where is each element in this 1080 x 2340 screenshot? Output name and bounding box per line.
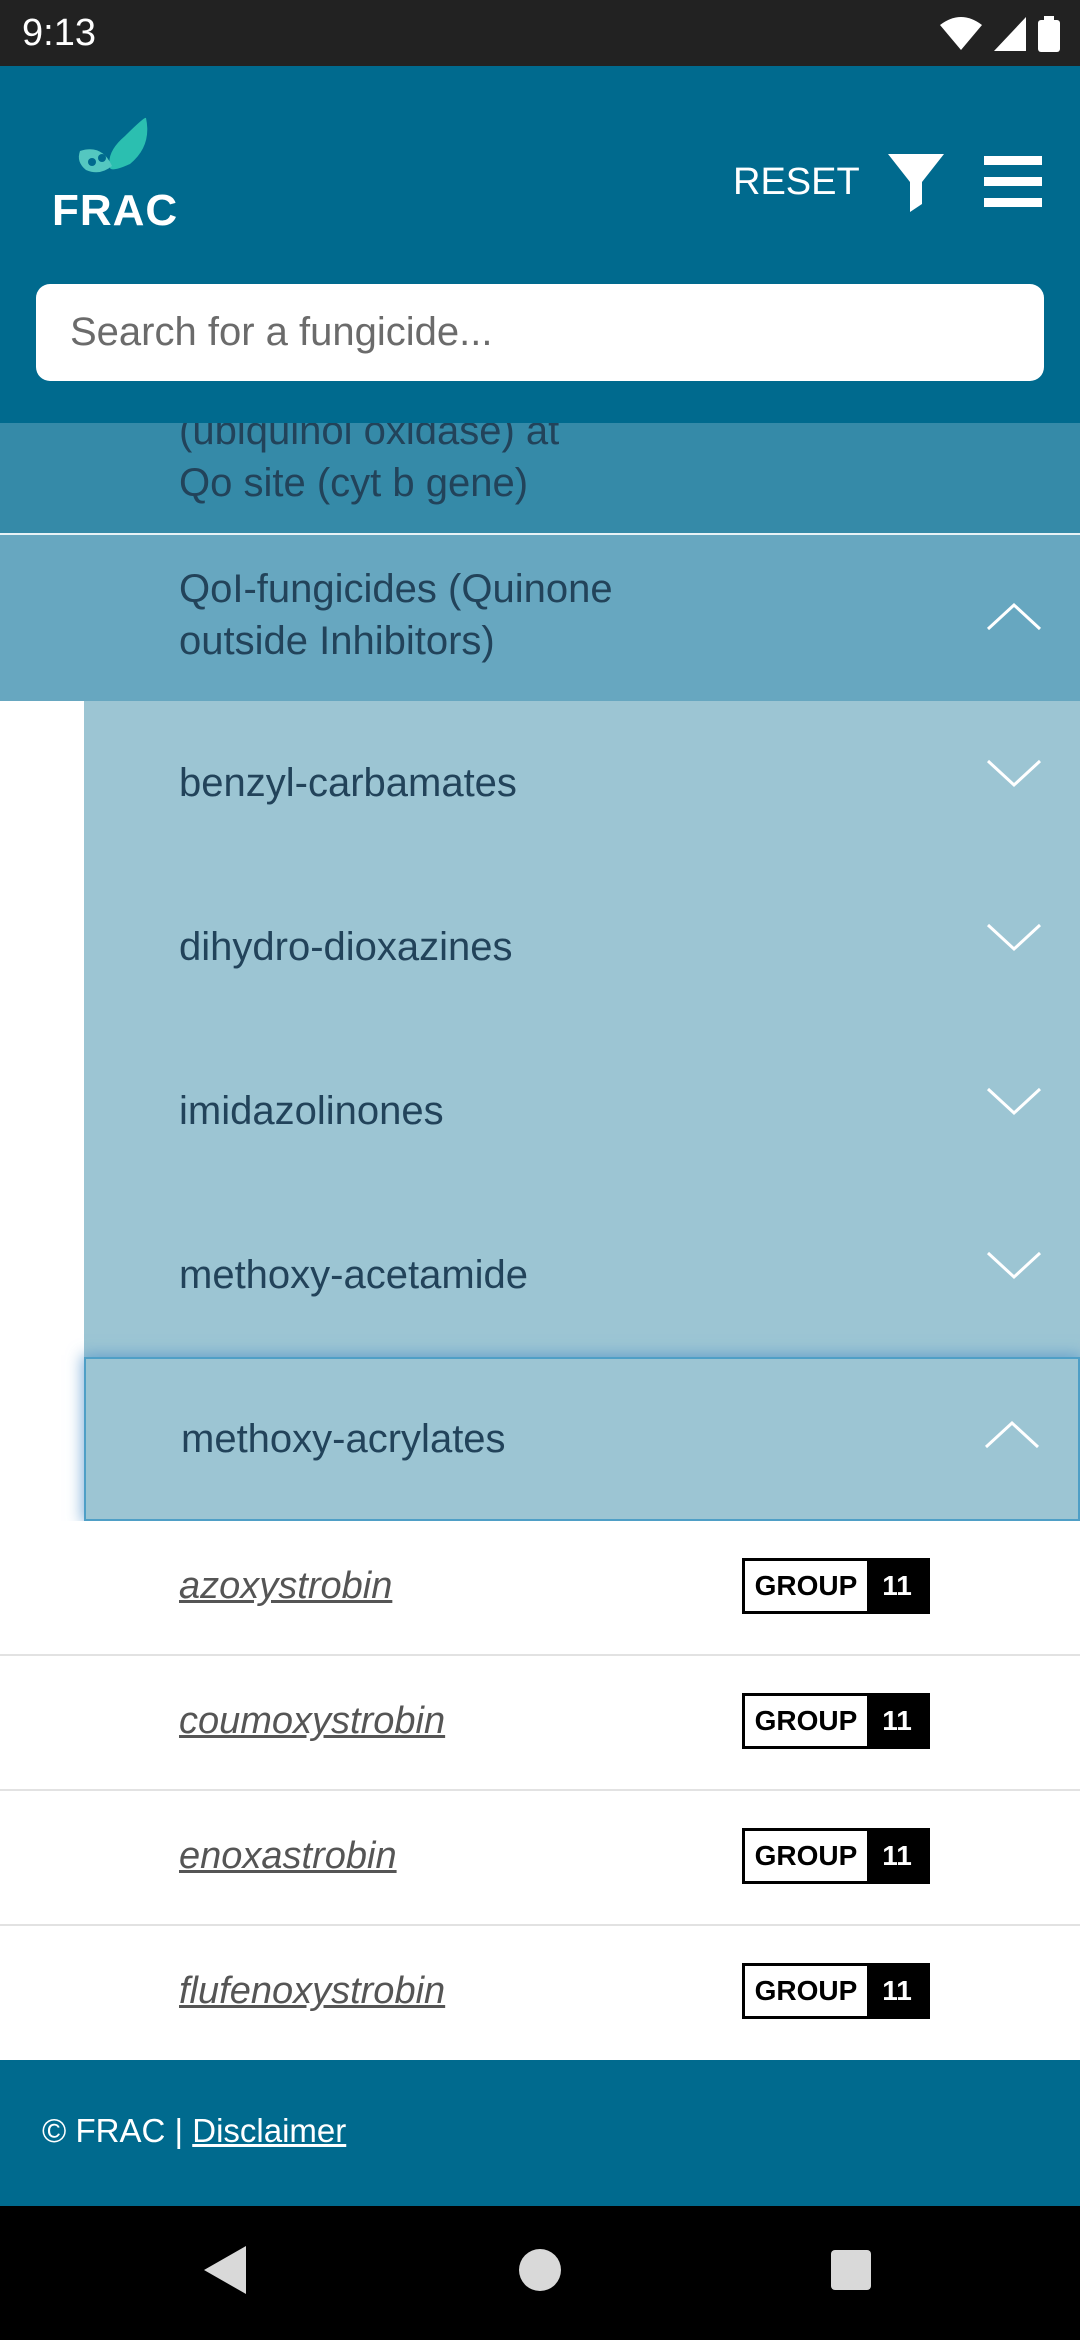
subgroup-row-imidazolinones[interactable]: imidazolinones (84, 1029, 1080, 1193)
group-badge-number: 11 (867, 1561, 927, 1611)
wifi-icon (940, 17, 982, 50)
status-bar: 9:13 (0, 0, 1080, 66)
group-badge: GROUP 11 (742, 1828, 930, 1884)
subgroup-row-methoxy-acrylates[interactable]: methoxy-acrylates (84, 1357, 1080, 1521)
tree-group-label: QoI-fungicides (Quinone outside Inhibito… (179, 567, 613, 663)
system-nav-bar (0, 2206, 1080, 2340)
fungicide-item: enoxastrobin GROUP 11 (0, 1791, 1080, 1926)
footer-text: © FRAC | Disclaimer (42, 2112, 346, 2150)
subgroup-row-methoxy-acetamide[interactable]: methoxy-acetamide (84, 1193, 1080, 1357)
cell-signal-icon (994, 17, 1026, 51)
fungicide-link[interactable]: enoxastrobin (179, 1835, 397, 1878)
reset-button[interactable]: RESET (733, 161, 860, 204)
status-time: 9:13 (22, 12, 96, 54)
chevron-down-icon[interactable] (986, 923, 1042, 953)
fungicide-item: azoxystrobin GROUP 11 (0, 1521, 1080, 1656)
subgroup-label: benzyl-carbamates (179, 761, 517, 805)
subgroup-label: methoxy-acrylates (181, 1417, 506, 1461)
group-badge-label: GROUP (745, 1831, 867, 1881)
search-input[interactable] (36, 284, 1044, 381)
back-icon[interactable] (204, 2246, 246, 2294)
chevron-up-icon[interactable] (986, 601, 1042, 631)
chevron-down-icon[interactable] (986, 759, 1042, 789)
filter-icon[interactable] (888, 154, 944, 212)
chevron-up-icon[interactable] (984, 1419, 1040, 1449)
chevron-down-icon[interactable] (986, 1087, 1042, 1117)
footer: © FRAC | Disclaimer (0, 2060, 1080, 2206)
system-icons (940, 14, 1060, 54)
hamburger-menu-icon[interactable] (984, 156, 1042, 208)
group-badge-label: GROUP (745, 1696, 867, 1746)
home-icon[interactable] (518, 2246, 562, 2294)
battery-icon (1038, 16, 1060, 52)
recents-icon[interactable] (829, 2246, 873, 2294)
app-header: FRAC RESET (0, 66, 1080, 423)
subgroup-label: methoxy-acetamide (179, 1253, 529, 1297)
tree-group-row[interactable]: QoI-fungicides (Quinone outside Inhibito… (0, 535, 1080, 701)
group-badge: GROUP 11 (742, 1558, 930, 1614)
group-badge-number: 11 (867, 1696, 927, 1746)
copyright-text: © FRAC | (42, 2112, 184, 2149)
group-badge: GROUP 11 (742, 1693, 930, 1749)
subgroup-label: imidazolinones (179, 1089, 444, 1133)
logo-text: FRAC (52, 186, 179, 235)
subgroup-row-dihydro-dioxazines[interactable]: dihydro-dioxazines (84, 865, 1080, 1029)
tree-parent-row[interactable]: (ubiquinol oxidase) at Qo site (cyt b ge… (0, 423, 1080, 535)
chevron-down-icon[interactable] (986, 1251, 1042, 1281)
disclaimer-link[interactable]: Disclaimer (192, 2112, 346, 2149)
fungicide-link[interactable]: flufenoxystrobin (179, 1970, 445, 2013)
group-badge-number: 11 (867, 1966, 927, 2016)
fungicide-item: coumoxystrobin GROUP 11 (0, 1656, 1080, 1791)
group-badge: GROUP 11 (742, 1963, 930, 2019)
fungicide-link[interactable]: coumoxystrobin (179, 1700, 445, 1743)
subgroup-label: dihydro-dioxazines (179, 925, 513, 969)
group-badge-label: GROUP (745, 1561, 867, 1611)
group-badge-number: 11 (867, 1831, 927, 1881)
tree-parent-label: (ubiquinol oxidase) at Qo site (cyt b ge… (179, 423, 560, 505)
subgroup-row-benzyl-carbamates[interactable]: benzyl-carbamates (84, 701, 1080, 865)
fungicide-link[interactable]: azoxystrobin (179, 1565, 392, 1608)
group-badge-label: GROUP (745, 1966, 867, 2016)
fungicide-item: flufenoxystrobin GROUP 11 (0, 1926, 1080, 2061)
